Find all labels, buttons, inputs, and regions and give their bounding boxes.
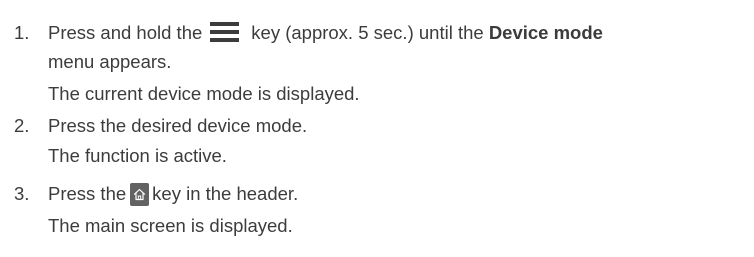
home-icon — [130, 183, 150, 206]
menu-hamburger-icon — [210, 22, 240, 42]
step-2-result: The function is active. — [48, 145, 227, 166]
step-3-result: The main screen is displayed. — [48, 215, 293, 236]
step-3-number: 3. — [14, 183, 30, 204]
step-3-instruction: Press the key in the header. — [48, 182, 298, 206]
step-3-text-after: key in the header. — [152, 183, 299, 204]
step-1-instruction: Press and hold the key (approx. 5 sec.) u… — [48, 21, 603, 45]
step-1-text-middle: key (approx. 5 sec.) until the — [251, 22, 484, 43]
step-1-text-continued: menu appears. — [48, 51, 172, 72]
step-1-number: 1. — [14, 22, 30, 43]
step-1-result: The current device mode is displayed. — [48, 83, 360, 104]
step-2-number: 2. — [14, 115, 30, 136]
step-1-device-mode-label: Device mode — [488, 22, 603, 43]
instruction-list: 1. Press and hold the key (approx. 5 sec.… — [0, 0, 754, 257]
step-2-instruction: Press the desired device mode. — [48, 115, 308, 136]
step-1-text-before: Press and hold the — [48, 22, 203, 43]
step-3-text-before: Press the — [48, 183, 127, 204]
